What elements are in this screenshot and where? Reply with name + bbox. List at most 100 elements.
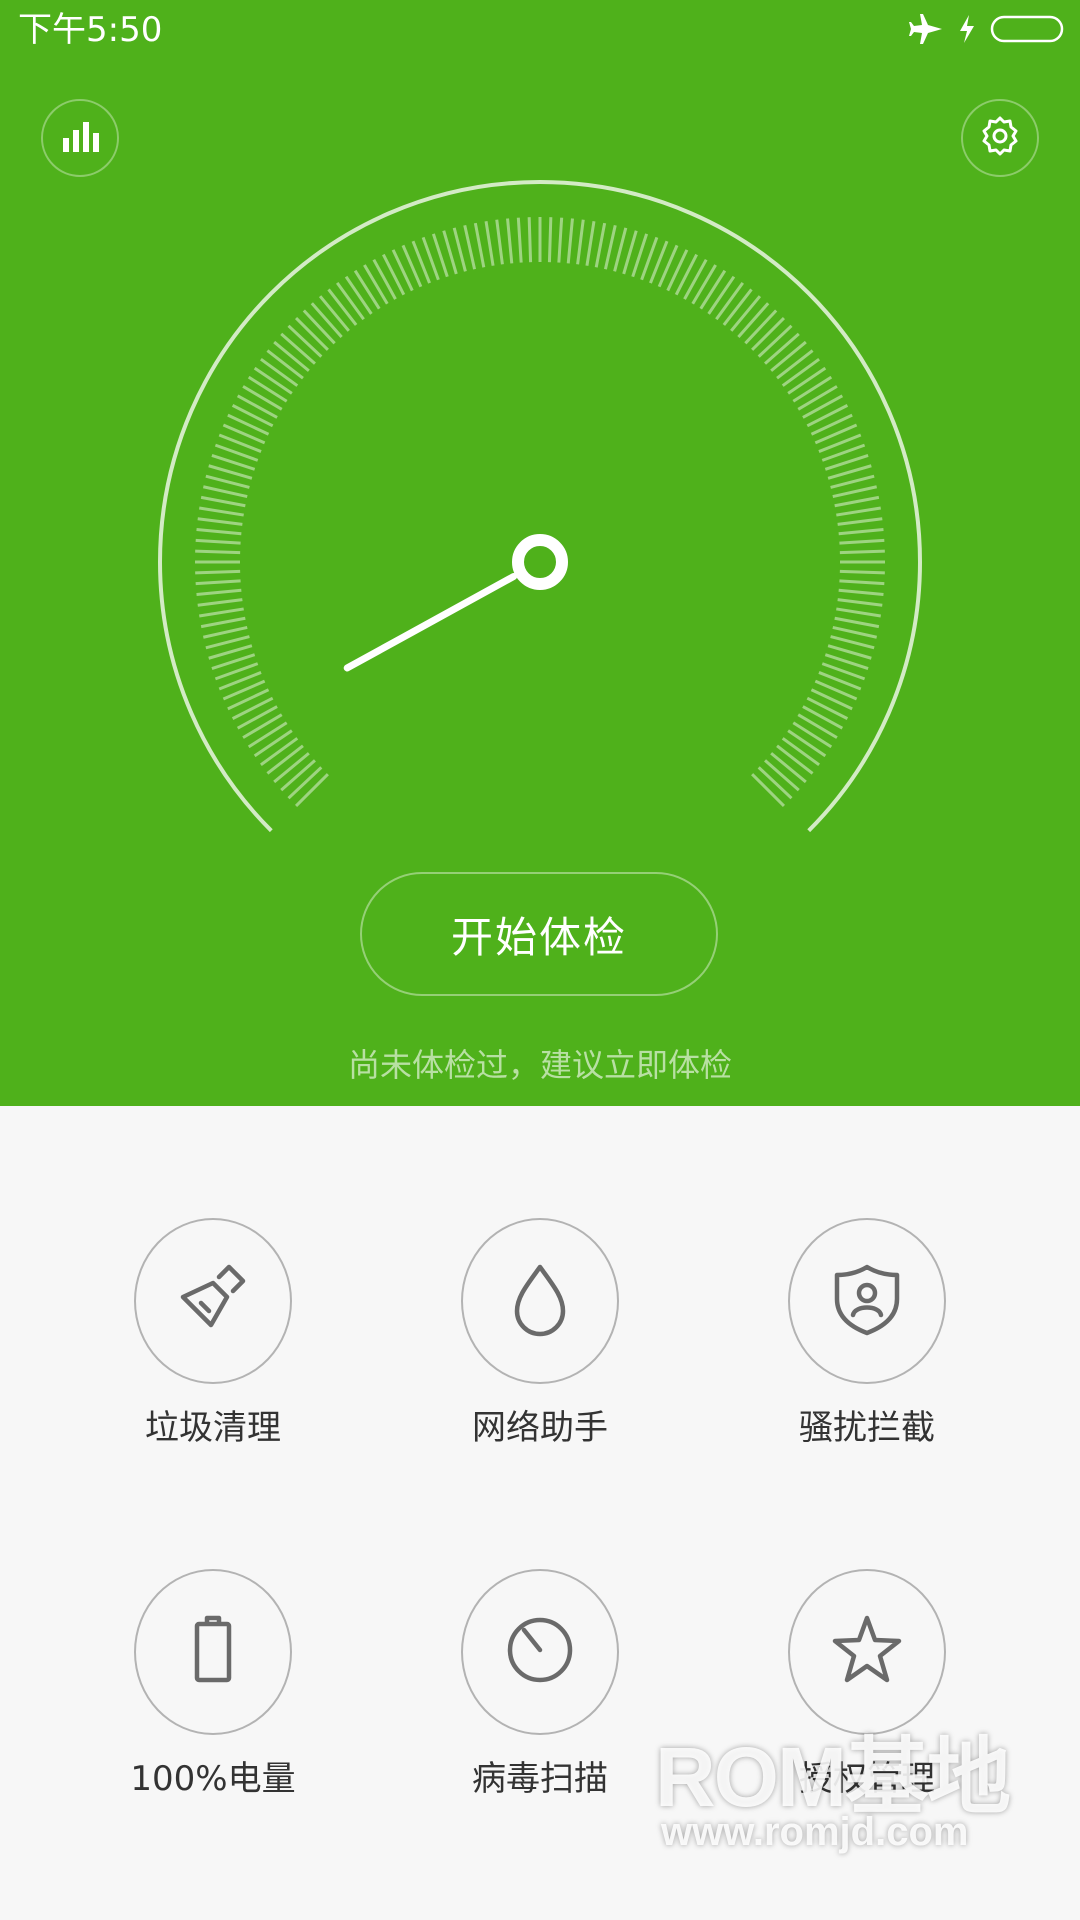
- gauge-tick: [197, 598, 243, 607]
- gauge-tick: [836, 506, 881, 517]
- gauge-tick: [353, 269, 381, 310]
- gauge-tick: [806, 404, 849, 428]
- gauge-tick: [199, 506, 244, 517]
- gauge-tick: [751, 773, 786, 808]
- tool-label: 垃圾清理: [145, 1408, 281, 1448]
- gauge-tick: [287, 324, 323, 358]
- gauge-tick: [832, 625, 878, 639]
- health-gauge: [158, 180, 922, 833]
- tool-battery[interactable]: 100%电量: [93, 1569, 333, 1829]
- tool-circle: [461, 1218, 619, 1384]
- gauge-tick: [302, 309, 336, 345]
- tool-harassment-block[interactable]: 骚扰拦截: [747, 1218, 987, 1478]
- airplane-icon: [908, 12, 944, 50]
- gauge-tick: [792, 375, 833, 403]
- gauge-tick: [787, 366, 827, 395]
- charging-icon: [958, 14, 976, 48]
- gauge-tick: [715, 282, 744, 321]
- gauge-tick: [837, 598, 883, 607]
- shield-user-icon: [827, 1259, 907, 1343]
- gauge-tick: [200, 616, 246, 629]
- gauge-tick: [683, 258, 708, 300]
- gauge-tick: [802, 394, 844, 419]
- gauge-tick: [585, 221, 596, 266]
- gauge-tick: [231, 696, 274, 720]
- gauge-tick: [273, 752, 310, 784]
- gauge-needle: [343, 572, 518, 672]
- gauge-tick: [781, 358, 820, 387]
- gauge-tick: [764, 759, 800, 792]
- tool-circle: [134, 1569, 292, 1735]
- gauge-tick: [363, 264, 389, 305]
- gauge-tick: [205, 474, 250, 489]
- gauge-tick: [260, 737, 299, 766]
- tool-junk-cleaner[interactable]: 垃圾清理: [93, 1218, 333, 1478]
- gauge-tick: [757, 324, 793, 358]
- gauge-tick: [802, 705, 844, 730]
- gauge-tick: [495, 219, 504, 265]
- gauge-tick: [744, 309, 778, 345]
- gauge-tick: [834, 495, 880, 508]
- gauge-tick: [838, 588, 884, 596]
- gauge-tick: [603, 224, 617, 270]
- gauge-tick: [197, 517, 243, 526]
- gauge-tick: [195, 538, 241, 545]
- gauge-tick: [242, 713, 283, 739]
- gauge-tick: [806, 696, 849, 720]
- gauge-tick: [372, 258, 397, 300]
- gauge-tick: [516, 217, 523, 263]
- gauge-tick: [280, 759, 316, 792]
- gauge-tick: [830, 635, 875, 650]
- tool-label: 骚扰拦截: [799, 1408, 935, 1448]
- gauge-tick: [253, 366, 293, 395]
- gauge-tick: [205, 635, 250, 650]
- gauge-tick: [722, 288, 753, 326]
- gauge-tick: [195, 579, 241, 586]
- star-icon: [827, 1610, 907, 1694]
- gauge-tick: [836, 607, 881, 618]
- gauge-tick: [837, 517, 883, 526]
- gauge-tick: [594, 222, 607, 268]
- gauge-tick: [227, 688, 270, 711]
- broom-icon: [173, 1259, 253, 1343]
- gauge-tick: [266, 744, 304, 775]
- start-checkup-button[interactable]: 开始体检: [360, 872, 718, 996]
- battery-icon: [183, 1610, 243, 1694]
- gauge-tick: [260, 358, 299, 387]
- gauge-tick: [236, 705, 278, 730]
- gauge-tick: [506, 218, 514, 264]
- gauge-tick: [691, 264, 717, 305]
- tool-label: 网络助手: [472, 1408, 608, 1448]
- gauge-tick: [810, 413, 853, 436]
- tool-permission-manager[interactable]: 授权管理: [747, 1569, 987, 1829]
- gauge-tick: [484, 221, 495, 266]
- tool-label: 100%电量: [130, 1759, 296, 1799]
- gauge-tick: [196, 588, 242, 596]
- gauge-tick: [776, 744, 814, 775]
- gauge-tick: [839, 569, 885, 575]
- tool-virus-scan[interactable]: 病毒扫描: [420, 1569, 660, 1829]
- gauge-tick: [202, 485, 248, 499]
- status-icons: [908, 14, 1066, 48]
- gauge-tick: [273, 340, 310, 372]
- gauge-tick: [294, 316, 329, 351]
- gauge-tick: [757, 766, 793, 800]
- battery-icon: [990, 14, 1066, 48]
- status-bar: 下午5:50: [0, 0, 1080, 60]
- gauge-tick: [202, 625, 248, 639]
- gauge-tick: [797, 713, 838, 739]
- gauge-tick: [834, 616, 880, 629]
- gauge-tick: [199, 607, 244, 618]
- gauge-tick: [527, 217, 533, 263]
- droplet-icon: [505, 1259, 575, 1343]
- gauge-tick: [787, 729, 827, 758]
- gauge-tick: [344, 275, 373, 315]
- gauge-tick: [839, 538, 885, 545]
- tool-network-assistant[interactable]: 网络助手: [420, 1218, 660, 1478]
- gauge-tick: [473, 222, 486, 268]
- gauge-tick: [730, 295, 762, 332]
- gauge-tick: [463, 224, 477, 270]
- gauge-hub: [512, 534, 568, 590]
- gauge-tick: [266, 349, 304, 380]
- gauge-tick: [452, 227, 467, 272]
